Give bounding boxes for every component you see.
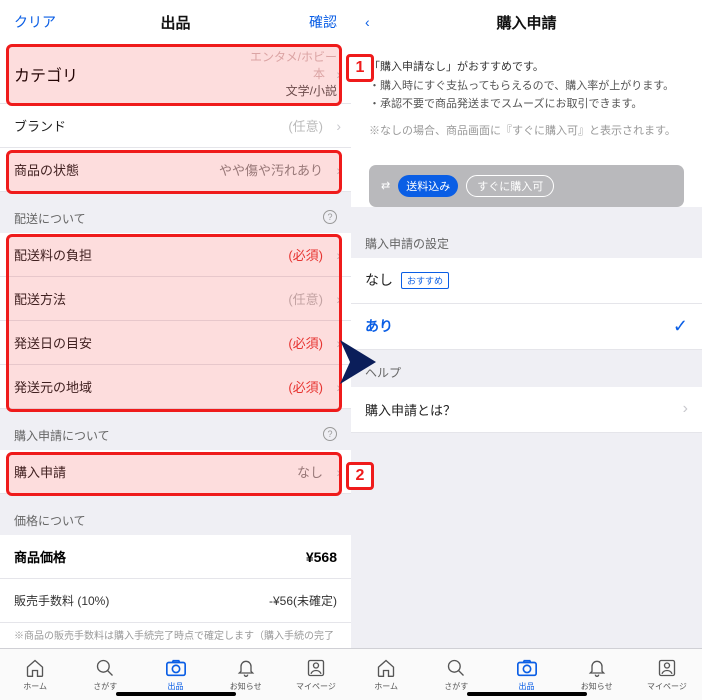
check-icon: ✓ (673, 316, 688, 337)
chevron-right-icon: › (336, 66, 341, 82)
chevron-right-icon: › (336, 247, 341, 263)
info-box: 「購入申請なし」がおすすめです。 ・購入時にすぐ支払ってもらえるので、購入率が上… (351, 44, 702, 155)
camera-icon (516, 657, 538, 679)
footnote: ※商品の販売手数料は購入手続完了時点で確定します（購入手続の完了 (0, 623, 351, 648)
setting-section-header: 購入申請の設定 (351, 221, 702, 258)
bell-icon (586, 657, 608, 679)
tab-home[interactable]: ホーム (351, 649, 421, 700)
recommended-badge: おすすめ (401, 272, 449, 289)
user-icon (656, 657, 678, 679)
fee-row: 販売手数料 (10%) -¥56(未確定) (0, 579, 351, 623)
shipping-section-header: 配送について ? (0, 192, 351, 233)
brand-value: (任意) (288, 116, 323, 135)
help-item[interactable]: 購入申請とは？ › (351, 387, 702, 433)
callout-badge-1: 1 (346, 54, 374, 82)
help-icon[interactable]: ? (323, 427, 337, 441)
category-value: エンタメ/ホビー 本 文学/小説 (250, 48, 337, 99)
brand-label: ブランド (14, 116, 66, 135)
category-label: カテゴリ (14, 62, 78, 86)
chevron-right-icon: › (336, 118, 341, 134)
chevron-right-icon: › (336, 162, 341, 178)
condition-row[interactable]: 商品の状態 やや傷や汚れあり › (0, 148, 351, 192)
clear-button[interactable]: クリア (14, 12, 122, 32)
page-title: 出品 (122, 12, 230, 33)
tab-home[interactable]: ホーム (0, 649, 70, 700)
home-indicator (467, 692, 587, 696)
user-icon (305, 657, 327, 679)
chevron-right-icon: › (336, 291, 341, 307)
camera-icon (165, 657, 187, 679)
example-pills: ⇄ 送料込み すぐに購入可 (369, 165, 684, 207)
shipping-days-row[interactable]: 発送日の目安 (必須) › (0, 321, 351, 365)
price-row[interactable]: 商品価格 ¥568 (0, 535, 351, 579)
search-icon (94, 657, 116, 679)
page-title: 購入申請 (473, 12, 581, 33)
condition-label: 商品の状態 (14, 160, 79, 179)
option-yes[interactable]: あり ✓ (351, 304, 702, 350)
option-none[interactable]: なし おすすめ (351, 258, 702, 304)
purchase-section-header: 購入申請について ? (0, 409, 351, 450)
arrow-icon (340, 340, 376, 384)
pill-shipping: 送料込み (398, 175, 458, 197)
shipping-method-row[interactable]: 配送方法 (任意) › (0, 277, 351, 321)
tab-mypage[interactable]: マイページ (632, 649, 702, 700)
confirm-button[interactable]: 確認 (229, 12, 337, 32)
brand-row[interactable]: ブランド (任意) › (0, 104, 351, 148)
bell-icon (235, 657, 257, 679)
tab-mypage[interactable]: マイページ (281, 649, 351, 700)
chevron-right-icon: › (683, 400, 688, 418)
chevron-right-icon: › (336, 464, 341, 480)
pill-buynow: すぐに購入可 (466, 175, 554, 197)
back-button[interactable]: ‹ (365, 14, 473, 30)
condition-value: やや傷や汚れあり (219, 160, 323, 179)
shipping-region-row[interactable]: 発送元の地域 (必須) › (0, 365, 351, 409)
help-icon[interactable]: ? (323, 210, 337, 224)
help-section-header: ヘルプ (351, 350, 702, 387)
callout-badge-2: 2 (346, 462, 374, 490)
purchase-request-row[interactable]: 購入申請 なし › (0, 450, 351, 494)
home-indicator (116, 692, 236, 696)
home-icon (24, 657, 46, 679)
home-icon (375, 657, 397, 679)
search-icon (445, 657, 467, 679)
price-section-header: 価格について (0, 494, 351, 535)
shipping-cost-row[interactable]: 配送料の負担 (必須) › (0, 233, 351, 277)
category-row[interactable]: カテゴリ エンタメ/ホビー 本 文学/小説 › (0, 44, 351, 104)
